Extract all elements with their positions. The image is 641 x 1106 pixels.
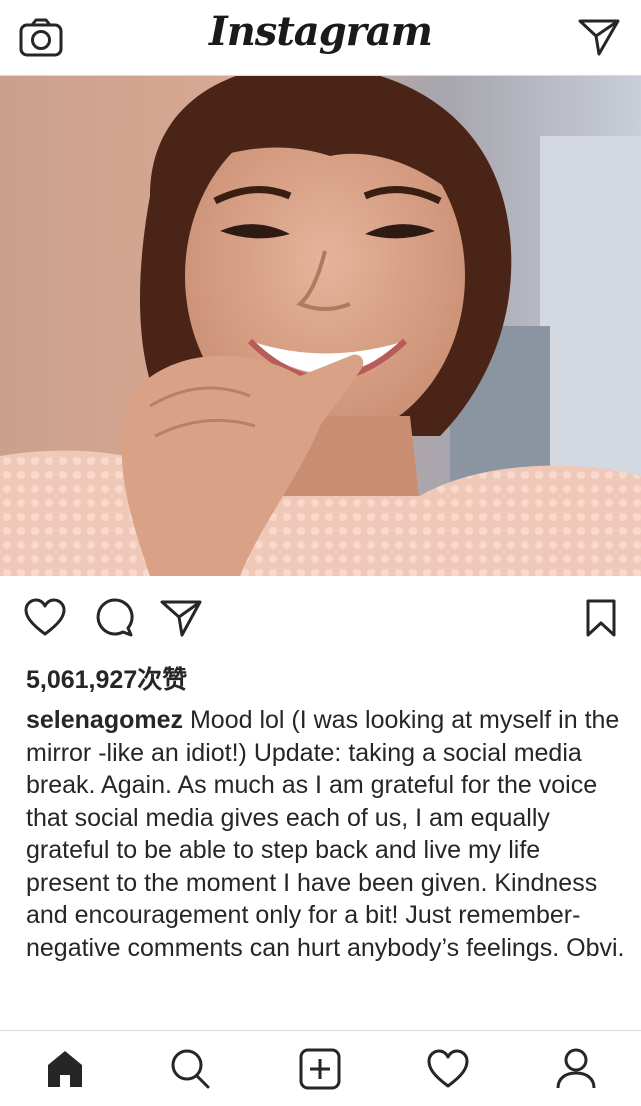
add-post-icon[interactable] [297, 1047, 343, 1091]
post-photo-image [0, 76, 641, 576]
caption-text: Mood lol (I was looking at myself in the… [26, 706, 625, 962]
bookmark-icon[interactable] [584, 598, 618, 638]
share-icon[interactable] [160, 598, 202, 638]
bottom-tab-bar [0, 1030, 641, 1106]
app-title: Instagram [209, 8, 433, 55]
activity-heart-icon[interactable] [425, 1047, 471, 1091]
like-count[interactable]: 5,061,927次赞 [26, 660, 187, 696]
home-icon[interactable] [42, 1047, 88, 1091]
caption-username[interactable]: selenagomez [26, 706, 183, 734]
search-icon[interactable] [168, 1047, 214, 1091]
heart-icon[interactable] [24, 598, 66, 638]
comment-icon[interactable] [94, 598, 134, 638]
direct-message-icon[interactable] [577, 16, 621, 58]
post-photo[interactable] [0, 76, 641, 576]
post-actions [0, 590, 641, 640]
post-caption: selenagomez Mood lol (I was looking at m… [26, 704, 626, 964]
top-bar: Instagram [0, 0, 641, 76]
profile-icon[interactable] [553, 1047, 599, 1091]
